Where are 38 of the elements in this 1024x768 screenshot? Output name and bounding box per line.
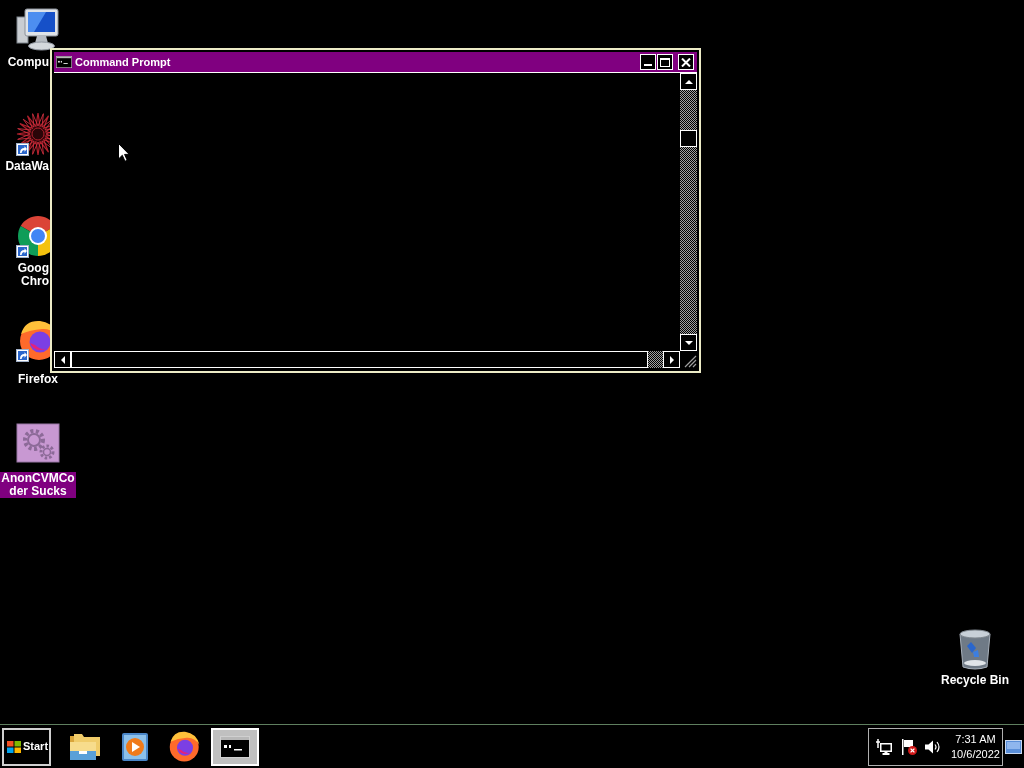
- minimize-button[interactable]: [640, 54, 656, 70]
- start-button[interactable]: Start: [2, 727, 51, 766]
- taskbar-button[interactable]: [211, 727, 259, 766]
- scroll-left-button[interactable]: [54, 351, 71, 368]
- scroll-up-button[interactable]: [680, 73, 697, 90]
- terminal-icon: [220, 735, 250, 758]
- icon-label[interactable]: Firefox: [17, 373, 59, 386]
- minimize-icon: [644, 64, 652, 66]
- close-button[interactable]: [678, 54, 694, 70]
- monitor-icon[interactable]: [16, 8, 60, 52]
- maximize-button[interactable]: [657, 54, 673, 70]
- clock-date[interactable]: 10/6/2022: [951, 746, 1000, 762]
- icon-label[interactable]: AnonCVMCoder Sucks: [0, 472, 76, 498]
- play-icon: [120, 731, 150, 762]
- right-arrow-icon: [669, 355, 674, 364]
- window-title: Command Prompt: [75, 55, 171, 69]
- icon-label[interactable]: Recycle Bin: [939, 674, 1010, 687]
- scroll-right-button[interactable]: [663, 351, 680, 368]
- down-arrow-icon: [684, 340, 693, 345]
- icon-label[interactable]: Compu: [0, 56, 49, 69]
- scrollbar-thumb[interactable]: [680, 130, 697, 147]
- close-icon: [681, 57, 691, 67]
- scroll-down-button[interactable]: [680, 334, 697, 351]
- speaker-icon[interactable]: [925, 738, 941, 755]
- show-desktop-icon[interactable]: [1005, 739, 1022, 754]
- network-icon[interactable]: [876, 738, 892, 755]
- icon-label[interactable]: Goog Chro: [0, 262, 49, 288]
- mouse-pointer-icon: [118, 143, 130, 162]
- up-arrow-icon: [684, 79, 693, 84]
- left-arrow-icon: [60, 355, 65, 364]
- terminal-icon: [56, 56, 72, 68]
- gear-file-icon[interactable]: [16, 422, 60, 466]
- start-logo-icon: [7, 740, 21, 753]
- flag-alert-icon[interactable]: [901, 738, 917, 755]
- maximize-icon: [660, 57, 670, 67]
- browser-icon: [169, 730, 201, 763]
- clock-time[interactable]: 7:31 AM: [955, 731, 996, 747]
- icon-label[interactable]: DataWa: [0, 160, 49, 173]
